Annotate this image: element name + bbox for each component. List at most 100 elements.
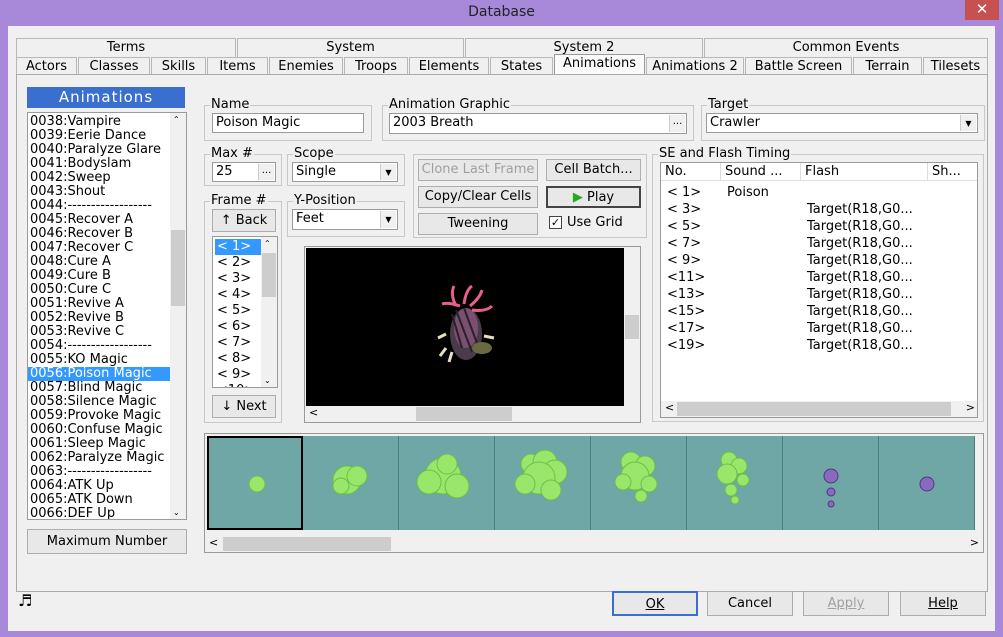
se-cell-no[interactable]: < 1> (667, 184, 701, 201)
animation-cell[interactable] (399, 436, 495, 530)
list-item[interactable]: 0062:Paralyze Magic (28, 451, 170, 465)
animation-cell[interactable] (303, 436, 399, 530)
se-cell-no[interactable]: < 5> (667, 218, 701, 235)
frame-back-button[interactable]: ↑ Back (212, 209, 276, 232)
se-flash-table[interactable]: No. Sound ... Flash Sh... < 1> Poison < 3>… (660, 162, 978, 418)
list-item[interactable]: 0057:Blind Magic (28, 381, 170, 395)
chevron-down-icon[interactable]: ▼ (380, 164, 396, 180)
list-item[interactable]: 0043:Shout (28, 185, 170, 199)
col-flash[interactable]: Flash (801, 163, 928, 181)
preview-pane[interactable]: < (304, 246, 641, 423)
se-cell-no[interactable]: <19> (667, 337, 705, 354)
list-item[interactable]: 0050:Cure C (28, 283, 170, 297)
animation-cell[interactable] (591, 436, 687, 530)
list-item[interactable]: 0064:ATK Up (28, 479, 170, 493)
list-item[interactable]: 0045:Recover A (28, 213, 170, 227)
frame-item[interactable]: <10> (215, 383, 261, 387)
list-item[interactable]: 0042:Sweep (28, 171, 170, 185)
list-item[interactable]: 0041:Bodyslam (28, 157, 170, 171)
scroll-right-icon[interactable]: > (970, 536, 979, 549)
se-cell-flash[interactable]: Target(R18,G0... (807, 337, 913, 354)
scroll-left-icon[interactable]: < (309, 406, 318, 419)
se-cell-no[interactable]: <15> (667, 303, 705, 320)
preview-hscroll-thumb[interactable] (416, 407, 512, 421)
ok-button[interactable]: OK (612, 591, 698, 616)
frame-list[interactable]: < 1>< 2>< 3>< 4>< 5>< 6>< 7>< 8>< 9><10>… (212, 236, 278, 388)
graphic-browse-button[interactable]: ... (669, 115, 685, 132)
list-item[interactable]: 0055:KO Magic (28, 353, 170, 367)
animation-cell[interactable] (879, 436, 975, 530)
col-shake[interactable]: Sh... (928, 163, 977, 181)
chevron-down-icon[interactable]: ▼ (960, 115, 976, 131)
list-item[interactable]: 0052:Revive B (28, 311, 170, 325)
list-item[interactable]: 0047:Recover C (28, 241, 170, 255)
frame-item[interactable]: < 9> (215, 367, 261, 383)
list-item[interactable]: 0044:------------------ (28, 199, 170, 213)
frame-scrollbar[interactable]: ⌃ ⌄ (261, 237, 277, 387)
cell-strip[interactable]: < > (204, 433, 984, 553)
scroll-up-icon[interactable]: ⌃ (264, 239, 271, 248)
se-hscroll-thumb[interactable] (677, 402, 951, 416)
preview-hscroll[interactable]: < (305, 406, 625, 422)
list-item[interactable]: 0061:Sleep Magic (28, 437, 170, 451)
list-item[interactable]: 0058:Silence Magic (28, 395, 170, 409)
list-item[interactable]: 0066:DEF Up (28, 507, 170, 520)
se-cell-flash[interactable]: Target(R18,G0... (807, 320, 913, 337)
se-cell-no[interactable]: <17> (667, 320, 705, 337)
list-item[interactable]: 0063:------------------ (28, 465, 170, 479)
chevron-down-icon[interactable]: ▼ (380, 211, 396, 228)
scroll-down-icon[interactable]: ⌄ (264, 376, 271, 385)
frame-item[interactable]: < 5> (215, 303, 261, 319)
tab-animations[interactable]: Animations (554, 54, 645, 76)
close-icon[interactable]: ✕ (965, 0, 999, 20)
se-cell-flash[interactable]: Target(R18,G0... (807, 252, 913, 269)
se-cell-flash[interactable]: Target(R18,G0... (807, 303, 913, 320)
frame-item[interactable]: < 1> (215, 239, 261, 255)
scroll-right-icon[interactable]: > (966, 401, 975, 414)
maximum-number-button[interactable]: Maximum Number (27, 529, 187, 554)
se-cell-flash[interactable]: Target(R18,G0... (807, 269, 913, 286)
animation-cell[interactable] (495, 436, 591, 530)
copy-clear-cells-button[interactable]: Copy/Clear Cells (418, 186, 538, 208)
frame-item[interactable]: < 4> (215, 287, 261, 303)
cell-batch-button[interactable]: Cell Batch... (546, 159, 641, 181)
list-item[interactable]: 0048:Cure A (28, 255, 170, 269)
animation-list[interactable]: 0038:Vampire 0039:Eerie Dance 0040:Paralyz… (27, 112, 187, 520)
ypos-select[interactable]: Feet ▼ (292, 209, 398, 230)
animation-cell[interactable] (783, 436, 879, 530)
frame-item[interactable]: < 7> (215, 335, 261, 351)
tab-system[interactable]: System (237, 38, 464, 57)
preview-vscroll[interactable] (624, 247, 640, 407)
se-cell-no[interactable]: <13> (667, 286, 705, 303)
scroll-up-icon[interactable]: ⌃ (173, 115, 180, 124)
list-item[interactable]: 0059:Provoke Magic (28, 409, 170, 423)
frame-item[interactable]: < 6> (215, 319, 261, 335)
scroll-down-icon[interactable]: ⌄ (173, 508, 180, 517)
preview-vscroll-thumb[interactable] (625, 315, 639, 339)
clone-last-frame-button[interactable]: Clone Last Frame (418, 159, 538, 181)
name-input[interactable]: Poison Magic (212, 113, 364, 133)
scope-select[interactable]: Single ▼ (292, 162, 398, 182)
list-item[interactable]: 0039:Eerie Dance (28, 129, 170, 143)
target-select[interactable]: Crawler ▼ (706, 113, 978, 133)
frame-item[interactable]: < 3> (215, 271, 261, 287)
list-item[interactable]: 0060:Confuse Magic (28, 423, 170, 437)
use-grid-checkbox[interactable]: ✓ (549, 216, 562, 229)
list-item[interactable]: 0038:Vampire (28, 115, 170, 129)
se-cell-no[interactable]: < 3> (667, 201, 701, 218)
list-item[interactable]: 0054:------------------ (28, 339, 170, 353)
apply-button[interactable]: Apply (803, 591, 889, 616)
sidebar-scroll-thumb[interactable] (171, 230, 185, 306)
scroll-left-icon[interactable]: < (665, 401, 674, 414)
se-hscroll[interactable]: < > (661, 401, 977, 417)
graphic-field[interactable]: 2003 Breath ... (389, 113, 687, 134)
se-cell-sound[interactable]: Poison (727, 184, 769, 201)
se-cell-flash[interactable]: Target(R18,G0... (807, 218, 913, 235)
music-note-icon[interactable]: ♬ (18, 591, 32, 610)
list-item[interactable]: 0046:Recover B (28, 227, 170, 241)
sidebar-scrollbar[interactable]: ⌃ ⌄ (170, 113, 186, 519)
frame-next-button[interactable]: ↓ Next (212, 395, 276, 418)
scroll-left-icon[interactable]: < (209, 536, 218, 549)
se-cell-flash[interactable]: Target(R18,G0... (807, 201, 913, 218)
cell-hscroll-thumb[interactable] (223, 537, 391, 551)
